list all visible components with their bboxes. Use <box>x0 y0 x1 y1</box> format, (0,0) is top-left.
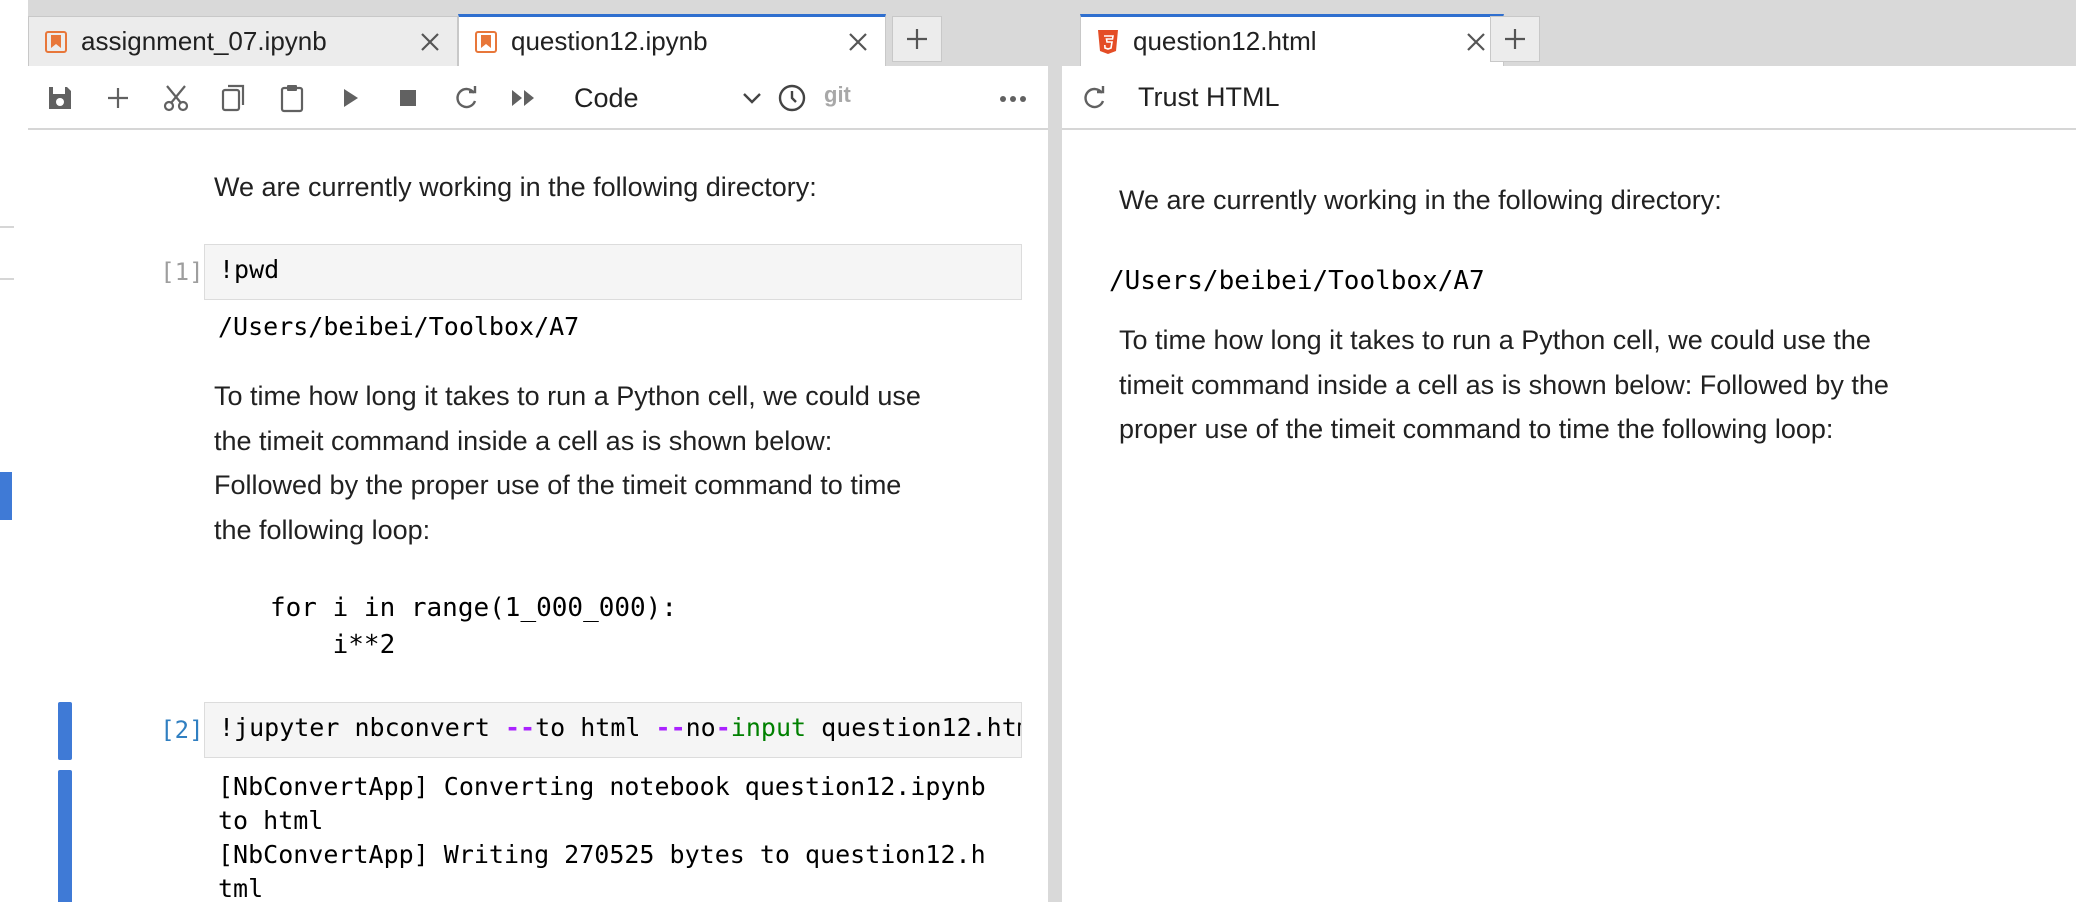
close-icon[interactable] <box>1463 29 1489 55</box>
cell-output-pwd: /Users/beibei/Toolbox/A7 <box>218 312 580 341</box>
cell-type-select[interactable]: Code <box>574 78 764 118</box>
cell-prompt: [2]: <box>160 716 218 744</box>
markdown-line: Followed by the proper use of the timeit… <box>214 470 902 500</box>
git-button[interactable]: git <box>824 82 851 108</box>
more-options-icon[interactable] <box>998 84 1028 114</box>
preview-line: timeit command inside a cell as is shown… <box>1119 369 1889 400</box>
code-cell-pwd[interactable]: !pwd <box>204 244 1022 300</box>
html5-icon <box>1098 29 1118 54</box>
notebook-content: We are currently working in the followin… <box>28 130 1048 902</box>
chevron-down-icon <box>743 93 761 104</box>
output-collapser[interactable] <box>58 770 72 902</box>
preview-output: /Users/beibei/Toolbox/A7 <box>1109 266 1485 296</box>
notebook-icon <box>45 30 67 53</box>
tab-label: question12.html <box>1133 26 1317 56</box>
tab-assignment-07[interactable]: assignment_07.ipynb <box>28 16 458 66</box>
code-keyword: input <box>730 713 807 742</box>
preview-tab-bar: question12.html <box>1062 0 2076 66</box>
preview-line: To time how long it takes to run a Pytho… <box>1119 325 1871 355</box>
markdown-line: the timeit command inside a cell as is s… <box>214 425 833 456</box>
trust-html-button[interactable]: Trust HTML <box>1138 82 1280 113</box>
refresh-icon <box>456 86 477 109</box>
new-tab-button[interactable] <box>1490 16 1540 62</box>
cell-collapser[interactable] <box>58 702 72 760</box>
tab-question12-html[interactable]: question12.html <box>1080 14 1504 66</box>
tab-label: question12.ipynb <box>511 26 708 56</box>
copy-icon <box>221 84 245 112</box>
markdown-line: the following loop: <box>214 514 431 545</box>
code-operator: - <box>715 713 731 742</box>
clock-icon <box>778 84 806 112</box>
insert-cell-button[interactable] <box>100 80 136 116</box>
cell-type-value: Code <box>574 82 639 113</box>
notebook-tab-bar: assignment_07.ipynb question12.ipynb <box>28 0 1048 66</box>
cell-prompt: [1]: <box>160 258 218 286</box>
preview-content: We are currently working in the followin… <box>1062 130 2076 902</box>
copy-button[interactable] <box>216 80 252 116</box>
plus-icon <box>108 88 128 108</box>
preview-paragraph: We are currently working in the followin… <box>1119 185 1722 215</box>
notebook-toolbar: Code git <box>28 66 1048 130</box>
run-button[interactable] <box>332 80 368 116</box>
close-icon[interactable] <box>417 29 443 55</box>
code-text: question12.html <box>821 713 1021 742</box>
sidebar-divider <box>0 278 14 280</box>
code-cell-nbconvert[interactable]: !jupyter nbconvert --to html --no-input … <box>204 702 1022 758</box>
markdown-line: To time how long it takes to run a Pytho… <box>214 381 921 411</box>
markdown-cell-timeit: To time how long it takes to run a Pytho… <box>214 374 1014 552</box>
cut-button[interactable] <box>158 80 194 116</box>
stop-icon <box>400 90 416 106</box>
code-operator: -- <box>504 713 536 742</box>
close-icon[interactable] <box>845 29 871 55</box>
scissors-icon <box>163 85 189 112</box>
save-button[interactable] <box>42 80 78 116</box>
restart-button[interactable] <box>448 80 484 116</box>
preview-line: proper use of the timeit command to time… <box>1119 414 1834 444</box>
cell-output-nbconvert: [NbConvertApp] Converting notebook quest… <box>218 772 986 902</box>
markdown-code-block: for i in range(1_000_000): i**2 <box>270 593 677 660</box>
panel-divider[interactable] <box>1048 0 1062 902</box>
plus-icon <box>907 29 927 49</box>
refresh-icon <box>1084 86 1105 109</box>
code-operator: -- <box>655 713 686 742</box>
paste-button[interactable] <box>274 80 310 116</box>
plus-icon <box>1505 29 1525 49</box>
tab-label: assignment_07.ipynb <box>81 26 327 56</box>
clipboard-icon <box>280 85 304 113</box>
code-command: !jupyter nbconvert <box>219 713 505 742</box>
play-icon <box>344 89 358 107</box>
tab-question12-ipynb[interactable]: question12.ipynb <box>458 14 886 66</box>
file-browser-sliver <box>0 0 30 902</box>
run-all-button[interactable] <box>506 80 542 116</box>
code-text: !pwd <box>219 255 280 284</box>
html-preview-panel: question12.html Trust HTML We are curren… <box>1062 0 2076 902</box>
code-text: to html <box>535 713 656 742</box>
new-tab-button[interactable] <box>892 16 942 62</box>
clock-button[interactable] <box>774 80 810 116</box>
preview-paragraph-timeit: To time how long it takes to run a Pytho… <box>1119 318 2019 452</box>
sidebar-divider <box>0 226 14 228</box>
fast-forward-icon <box>512 90 534 106</box>
markdown-cell-directory: We are currently working in the followin… <box>214 172 817 202</box>
reload-button[interactable] <box>1076 80 1112 116</box>
stop-button[interactable] <box>390 80 426 116</box>
save-icon <box>49 87 71 109</box>
sidebar-selection-marker <box>0 472 12 520</box>
code-text: no <box>685 713 716 742</box>
notebook-icon <box>475 30 497 53</box>
preview-toolbar: Trust HTML <box>1062 66 2076 130</box>
notebook-panel: assignment_07.ipynb question12.ipynb Cod… <box>28 0 1048 902</box>
